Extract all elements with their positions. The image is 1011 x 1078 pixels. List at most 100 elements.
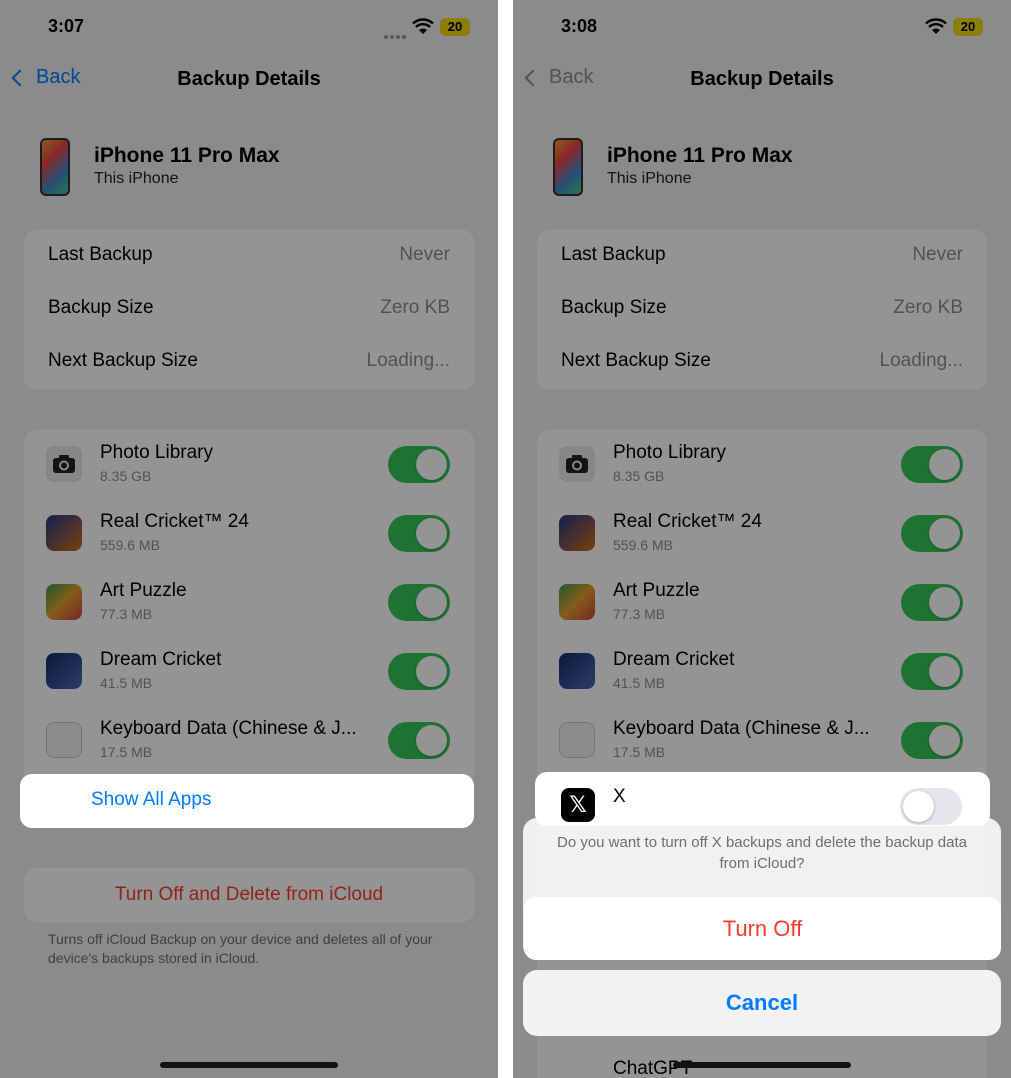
device-name: iPhone 11 Pro Max — [94, 144, 280, 167]
comparison-root: 3:07 20 Back Backup Details iPhone 11 Pr… — [0, 0, 1011, 1078]
art-puzzle-app-icon — [46, 584, 82, 620]
info-label: Next Backup Size — [561, 350, 711, 371]
backup-toggle[interactable] — [388, 722, 450, 759]
wifi-icon — [925, 18, 947, 34]
signal-icon — [384, 26, 408, 39]
app-size: 559.6 MB — [613, 537, 673, 553]
app-row: Real Cricket™ 24 559.6 MB — [24, 499, 474, 568]
app-name: Art Puzzle — [100, 580, 187, 601]
device-header: iPhone 11 Pro Max This iPhone — [40, 138, 460, 198]
app-name: Photo Library — [100, 442, 214, 463]
app-size: 41.5 MB — [613, 675, 666, 691]
app-name: Real Cricket™ 24 — [613, 511, 762, 532]
info-label: Last Backup — [561, 244, 666, 265]
info-row-next-backup-size: Next Backup Size Loading... — [48, 336, 450, 389]
keyboard-icon — [559, 722, 595, 758]
app-row: Photo Library 8.35 GB — [24, 430, 474, 499]
info-label: Backup Size — [561, 297, 667, 318]
status-time: 3:08 — [561, 16, 598, 36]
app-name: Photo Library — [613, 442, 727, 463]
app-name: Art Puzzle — [613, 580, 700, 601]
real-cricket-app-icon — [559, 515, 595, 551]
app-row: Photo Library 8.35 GB — [537, 430, 987, 499]
apps-card: Photo Library 8.35 GB Real Cricket™ 24 5… — [24, 430, 474, 785]
app-name: Dream Cricket — [613, 649, 735, 670]
backup-toggle[interactable] — [388, 653, 450, 690]
device-name: iPhone 11 Pro Max — [607, 144, 793, 167]
x-app-row: 𝕏 X — [535, 772, 990, 826]
camera-icon — [46, 446, 82, 482]
backup-toggle[interactable] — [388, 584, 450, 621]
backup-toggle-x[interactable] — [900, 788, 962, 825]
iphone-icon — [553, 138, 583, 196]
info-row-next-backup-size: Next Backup Size Loading... — [561, 336, 963, 389]
keyboard-icon — [46, 722, 82, 758]
right-screen: 3:08 20 Back Backup Details iPhone 11 Pr… — [513, 0, 1011, 1078]
info-row-backup-size: Backup Size Zero KB — [561, 283, 963, 336]
iphone-icon — [40, 138, 70, 196]
backup-toggle[interactable] — [388, 515, 450, 552]
x-app-icon: 𝕏 — [561, 788, 595, 822]
backup-toggle[interactable] — [901, 722, 963, 759]
turn-off-button[interactable]: Turn Off — [524, 897, 1001, 960]
backup-toggle[interactable] — [388, 446, 450, 483]
app-name: Real Cricket™ 24 — [100, 511, 249, 532]
nav-bar: Back Backup Details — [0, 60, 498, 100]
turn-off-delete-button[interactable]: Turn Off and Delete from iCloud — [24, 868, 474, 922]
nav-bar: Back Backup Details — [513, 60, 1011, 100]
info-label: Backup Size — [48, 297, 154, 318]
device-header: iPhone 11 Pro Max This iPhone — [553, 138, 973, 198]
app-row: Real Cricket™ 24 559.6 MB — [537, 499, 987, 568]
app-size: 8.35 GB — [613, 468, 665, 484]
app-size: 17.5 MB — [100, 744, 153, 760]
dream-cricket-app-icon — [559, 653, 595, 689]
home-indicator — [673, 1062, 851, 1068]
info-label: Last Backup — [48, 244, 153, 265]
app-row: Dream Cricket 41.5 MB — [537, 637, 987, 706]
app-size: 77.3 MB — [100, 606, 153, 622]
app-size: 77.3 MB — [613, 606, 666, 622]
battery-icon: 20 — [953, 18, 983, 36]
app-row: Keyboard Data (Chinese & J... 17.5 MB — [537, 706, 987, 775]
device-subtitle: This iPhone — [607, 170, 692, 187]
status-bar: 3:08 20 — [513, 14, 1011, 42]
home-indicator — [160, 1062, 338, 1068]
app-row: Dream Cricket 41.5 MB — [24, 637, 474, 706]
battery-icon: 20 — [440, 18, 470, 36]
info-value: Loading... — [366, 350, 450, 371]
show-all-apps-button[interactable]: Show All Apps — [20, 774, 474, 828]
art-puzzle-app-icon — [559, 584, 595, 620]
backup-info-card: Last Backup Never Backup Size Zero KB Next… — [537, 230, 987, 390]
backup-info-card: Last Backup Never Backup Size Zero KB Next… — [24, 230, 474, 390]
wifi-icon — [412, 18, 434, 34]
app-size: 17.5 MB — [613, 744, 666, 760]
info-value: Zero KB — [380, 297, 450, 318]
page-title: Backup Details — [690, 68, 834, 90]
app-size: 559.6 MB — [100, 537, 160, 553]
device-subtitle: This iPhone — [94, 170, 179, 187]
app-row: Art Puzzle 77.3 MB — [24, 568, 474, 637]
chatgpt-app-peek: ChatGPT — [613, 1058, 693, 1078]
backup-toggle[interactable] — [901, 515, 963, 552]
backup-toggle[interactable] — [901, 446, 963, 483]
app-row: Art Puzzle 77.3 MB — [537, 568, 987, 637]
app-name: X — [613, 786, 626, 807]
backup-toggle[interactable] — [901, 653, 963, 690]
info-row-backup-size: Backup Size Zero KB — [48, 283, 450, 336]
camera-icon — [559, 446, 595, 482]
app-name: Dream Cricket — [100, 649, 222, 670]
app-row: Keyboard Data (Chinese & J... 17.5 MB — [24, 706, 474, 775]
status-time: 3:07 — [48, 16, 85, 36]
left-screen: 3:07 20 Back Backup Details iPhone 11 Pr… — [0, 0, 498, 1078]
footnote: Turns off iCloud Backup on your device a… — [48, 931, 433, 966]
info-value: Never — [399, 244, 450, 265]
show-all-apps-label: Show All Apps — [91, 789, 212, 810]
backup-toggle[interactable] — [901, 584, 963, 621]
cancel-button[interactable]: Cancel — [523, 970, 1001, 1036]
app-size: 8.35 GB — [100, 468, 152, 484]
info-value: Zero KB — [893, 297, 963, 318]
info-label: Next Backup Size — [48, 350, 198, 371]
info-value: Loading... — [879, 350, 963, 371]
info-row-last-backup: Last Backup Never — [48, 230, 450, 283]
status-bar: 3:07 20 — [0, 14, 498, 42]
